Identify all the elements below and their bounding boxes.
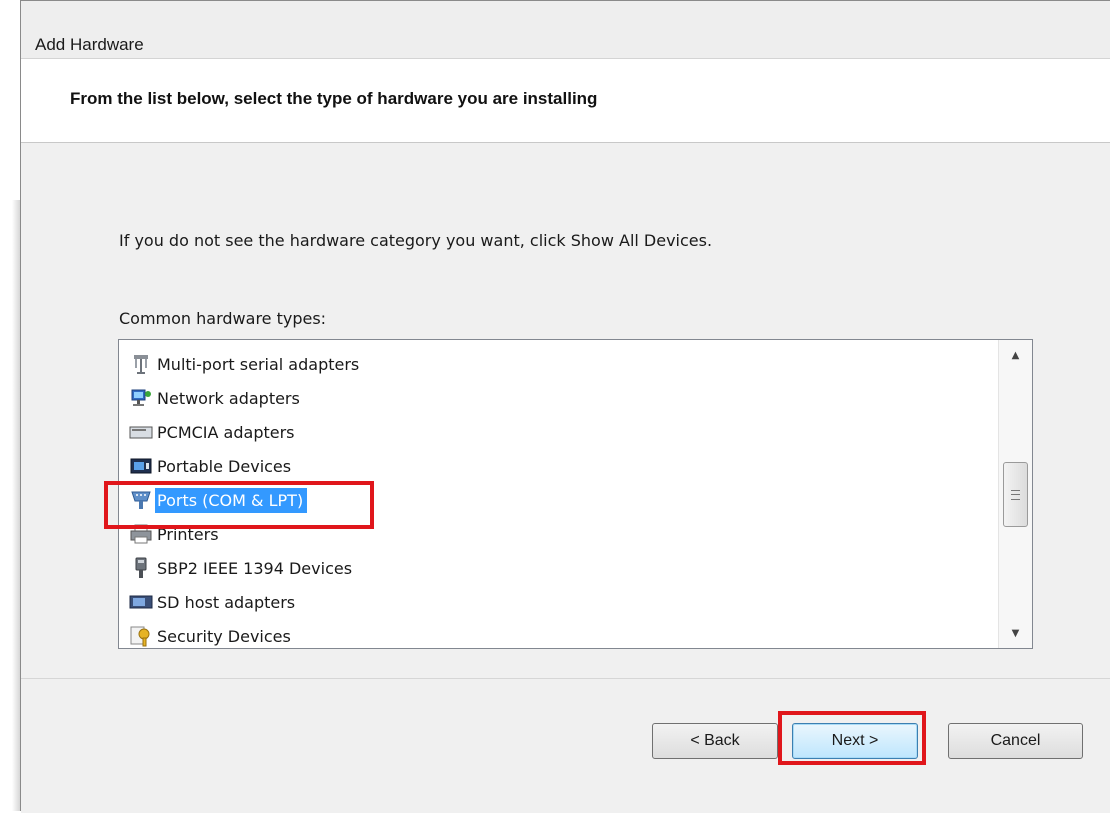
network-adapter-icon: [131, 389, 151, 406]
list-item-label: Multi-port serial adapters: [157, 354, 360, 374]
scroll-down-icon[interactable]: ▼: [999, 620, 1032, 646]
serial-adapter-icon: [134, 355, 148, 374]
ieee1394-icon: [135, 557, 147, 578]
list-item-label: Portable Devices: [157, 456, 292, 476]
back-button-label: < Back: [690, 732, 740, 749]
list-item-label: Security Devices: [157, 626, 291, 646]
list-item-sbp2-ieee-1394-devices[interactable]: SBP2 IEEE 1394 Devices: [129, 552, 356, 584]
portable-device-icon: [130, 458, 152, 474]
next-button[interactable]: Next >: [792, 723, 918, 759]
security-device-icon: [130, 626, 150, 647]
list-item-label: PCMCIA adapters: [157, 422, 295, 442]
list-item-sd-host-adapters[interactable]: SD host adapters: [129, 586, 299, 618]
list-item-security-devices[interactable]: Security Devices: [129, 620, 295, 648]
scroll-thumb[interactable]: [1003, 462, 1028, 527]
list-label-text: Common hardware types:: [119, 309, 327, 328]
list-item-label: Ports (COM & LPT): [155, 487, 308, 513]
list-item-label: Network adapters: [157, 388, 300, 408]
back-button[interactable]: < Back: [652, 723, 778, 759]
list-item-ports-com-lpt[interactable]: Ports (COM & LPT): [129, 484, 308, 516]
wizard-body: If you do not see the hardware category …: [21, 143, 1110, 678]
list-item-printers[interactable]: Printers: [129, 518, 223, 550]
add-hardware-dialog: Add Hardware From the list below, select…: [20, 0, 1110, 813]
cancel-button[interactable]: Cancel: [948, 723, 1083, 759]
list-item-portable-devices[interactable]: Portable Devices: [129, 450, 295, 482]
list-label: Common hardware types:: [119, 309, 326, 328]
title-bar: Add Hardware: [21, 1, 1110, 59]
list-item-label: Printers: [157, 524, 219, 544]
scroll-up-icon[interactable]: ▲: [999, 342, 1032, 368]
list-item-label: SBP2 IEEE 1394 Devices: [157, 558, 353, 578]
sd-adapter-icon: [129, 595, 153, 609]
next-button-label: Next >: [831, 732, 879, 749]
pcmcia-icon: [129, 426, 153, 439]
window-title: Add Hardware: [35, 35, 144, 54]
list-item-label: SD host adapters: [157, 592, 296, 612]
printer-icon: [130, 524, 152, 544]
hardware-type-list[interactable]: Multi-port serial adapters Network adapt…: [118, 339, 1033, 649]
list-scrollbar[interactable]: ▲ ▼: [998, 340, 1032, 648]
grip-icon: [1011, 489, 1020, 500]
cancel-button-label: Cancel: [990, 732, 1041, 749]
list-item-pcmcia-adapters[interactable]: PCMCIA adapters: [129, 416, 299, 448]
instruction-text: If you do not see the hardware category …: [119, 231, 713, 250]
list-item-multi-port-serial-adapters[interactable]: Multi-port serial adapters: [129, 348, 363, 380]
wizard-footer: < Back Next > Cancel: [21, 678, 1110, 813]
wizard-header: From the list below, select the type of …: [21, 59, 1110, 143]
page-title: From the list below, select the type of …: [70, 89, 598, 108]
background-edge: [0, 0, 20, 811]
port-icon: [131, 491, 151, 509]
list-item-network-adapters[interactable]: Network adapters: [129, 382, 304, 414]
